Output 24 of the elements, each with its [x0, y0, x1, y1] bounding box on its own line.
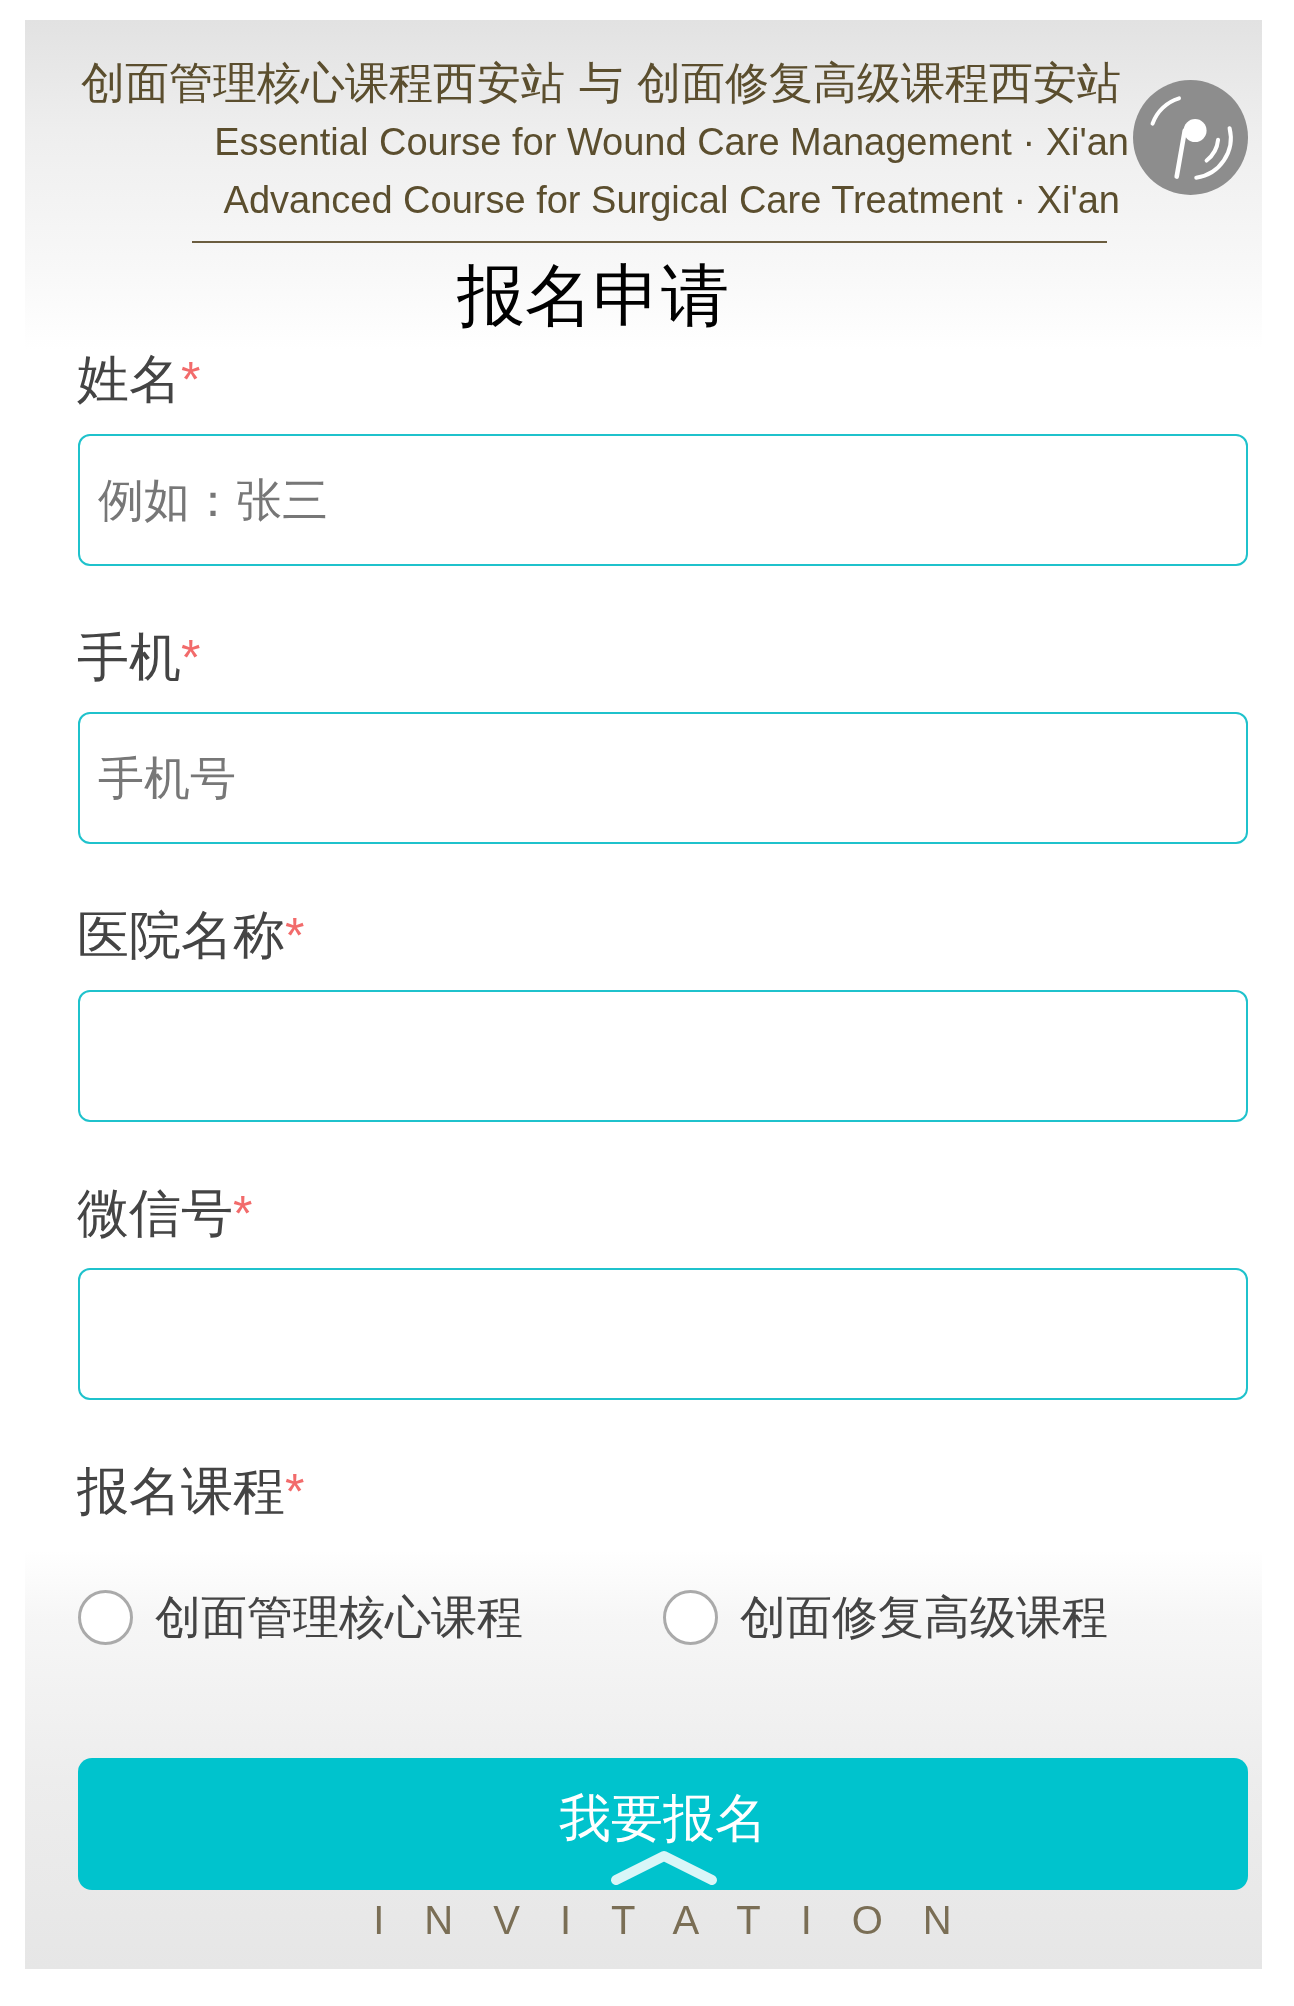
invitation-text: INVITATION — [372, 1897, 992, 1944]
form-title: 报名申请 — [457, 258, 729, 334]
radio-button[interactable] — [78, 1589, 133, 1645]
radio-label[interactable]: 创面修复高级课程 — [740, 1587, 1108, 1647]
required-asterisk: * — [285, 911, 305, 961]
required-asterisk: * — [181, 355, 201, 405]
music-note-icon[interactable] — [1133, 80, 1248, 195]
required-asterisk: * — [285, 1467, 305, 1517]
radio-label[interactable]: 创面管理核心课程 — [155, 1587, 523, 1647]
course-title: 创面管理核心课程西安站 与 创面修复高级课程西安站 — [81, 56, 1121, 110]
field-label: 微信号 — [77, 1183, 233, 1243]
input-field[interactable]: 例如：张三 — [78, 434, 1248, 566]
field-label: 姓名 — [77, 349, 181, 409]
input-field[interactable] — [78, 990, 1248, 1122]
radio-button[interactable] — [663, 1589, 718, 1645]
field-label: 医院名称 — [77, 905, 285, 965]
input-field[interactable]: 手机号 — [78, 712, 1248, 844]
course-subtitle: Essential Course for Wound Care Management · Xi'an — [214, 120, 1129, 165]
required-asterisk: * — [181, 633, 201, 683]
input-field[interactable] — [78, 1268, 1248, 1400]
field-label: 手机 — [77, 627, 181, 687]
field-label: 报名课程 — [77, 1461, 285, 1521]
required-asterisk: * — [233, 1189, 253, 1239]
course-subtitle: Advanced Course for Surgical Care Treatment · Xi'an — [223, 178, 1120, 223]
